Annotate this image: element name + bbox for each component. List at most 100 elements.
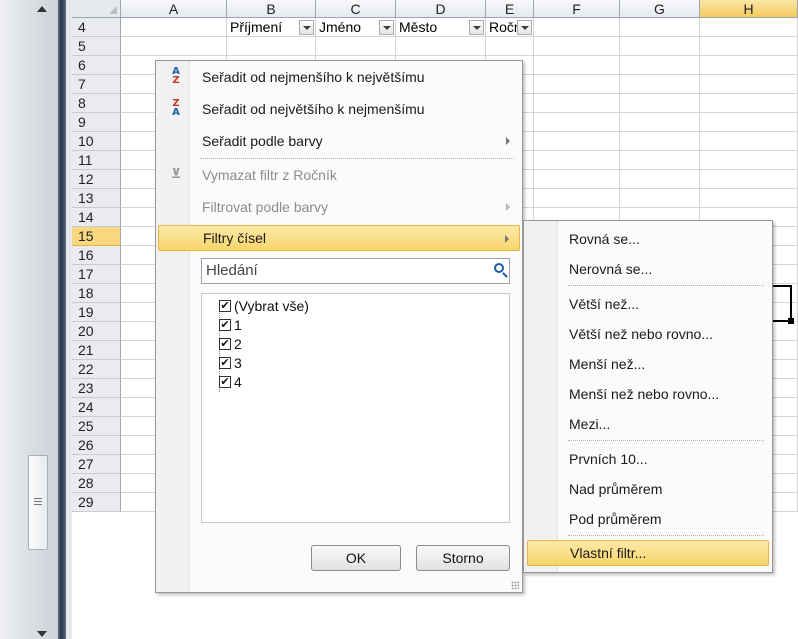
cell-c-5[interactable] bbox=[316, 37, 396, 56]
row-header[interactable]: 22 bbox=[72, 360, 121, 379]
submenu-item-not-equals[interactable]: Nerovná se... bbox=[527, 256, 769, 282]
row-header[interactable]: 20 bbox=[72, 322, 121, 341]
checkbox[interactable]: ✔ bbox=[219, 319, 231, 331]
scroll-up-icon[interactable] bbox=[37, 6, 47, 12]
sort-ascending-item[interactable]: AZ Seřadit od nejmenšího k největšímu bbox=[158, 64, 520, 90]
value-checklist[interactable]: ✔ (Vybrat vše) ✔ 1 ✔ 2 ✔ 3 ✔ 4 bbox=[201, 293, 510, 523]
row-header[interactable]: 26 bbox=[72, 436, 121, 455]
cell-h-10[interactable] bbox=[700, 132, 798, 151]
cell-g-4[interactable] bbox=[620, 18, 700, 37]
row-header[interactable]: 18 bbox=[72, 284, 121, 303]
cell-f-11[interactable] bbox=[534, 151, 620, 170]
column-header-c[interactable]: C bbox=[316, 0, 396, 18]
row-header[interactable]: 5 bbox=[72, 37, 121, 56]
cancel-button[interactable]: Storno bbox=[416, 545, 510, 571]
row-header[interactable]: 23 bbox=[72, 379, 121, 398]
cell-g-10[interactable] bbox=[620, 132, 700, 151]
submenu-item-top-10[interactable]: Prvních 10... bbox=[527, 446, 769, 472]
submenu-item-less-or-equal[interactable]: Menší než nebo rovno... bbox=[527, 381, 769, 407]
row-header[interactable]: 6 bbox=[72, 56, 121, 75]
column-header-e[interactable]: E bbox=[486, 0, 534, 18]
cell-h-5[interactable] bbox=[700, 37, 798, 56]
cell-f-9[interactable] bbox=[534, 113, 620, 132]
checkbox[interactable]: ✔ bbox=[219, 357, 231, 369]
row-header[interactable]: 25 bbox=[72, 417, 121, 436]
column-header-a[interactable]: A bbox=[121, 0, 227, 18]
row-header[interactable]: 19 bbox=[72, 303, 121, 322]
vertical-scrollbar[interactable] bbox=[0, 0, 58, 639]
cell-f-6[interactable] bbox=[534, 56, 620, 75]
filter-dropdown-button[interactable] bbox=[517, 20, 532, 35]
submenu-item-less-than[interactable]: Menší než... bbox=[527, 351, 769, 377]
cell-a-5[interactable] bbox=[121, 37, 227, 56]
cell-h-11[interactable] bbox=[700, 151, 798, 170]
row-header[interactable]: 24 bbox=[72, 398, 121, 417]
cell-g-5[interactable] bbox=[620, 37, 700, 56]
cell-g-9[interactable] bbox=[620, 113, 700, 132]
sort-by-color-item[interactable]: Seřadit podle barvy bbox=[158, 128, 520, 154]
row-header[interactable]: 27 bbox=[72, 455, 121, 474]
submenu-item-equals[interactable]: Rovná se... bbox=[527, 226, 769, 252]
cell-g-11[interactable] bbox=[620, 151, 700, 170]
cell-g-6[interactable] bbox=[620, 56, 700, 75]
cell-b-4[interactable]: Příjmení bbox=[227, 18, 316, 37]
cell-c-4[interactable]: Jméno bbox=[316, 18, 396, 37]
row-header[interactable]: 13 bbox=[72, 189, 121, 208]
cell-h-12[interactable] bbox=[700, 170, 798, 189]
submenu-item-above-average[interactable]: Nad průměrem bbox=[527, 476, 769, 502]
search-input[interactable]: Hledání bbox=[201, 258, 510, 284]
column-header-h[interactable]: H bbox=[700, 0, 798, 18]
cell-e-5[interactable] bbox=[486, 37, 534, 56]
resize-grip-icon[interactable] bbox=[511, 581, 519, 589]
column-header-d[interactable]: D bbox=[396, 0, 486, 18]
row-header[interactable]: 10 bbox=[72, 132, 121, 151]
search-icon[interactable] bbox=[494, 263, 504, 273]
cell-g-8[interactable] bbox=[620, 94, 700, 113]
cell-e-4[interactable]: Roční bbox=[486, 18, 534, 37]
cell-f-10[interactable] bbox=[534, 132, 620, 151]
cell-g-7[interactable] bbox=[620, 75, 700, 94]
sort-descending-item[interactable]: ZA Seřadit od největšího k nejmenšímu bbox=[158, 96, 520, 122]
submenu-item-greater-or-equal[interactable]: Větší než nebo rovno... bbox=[527, 321, 769, 347]
scroll-down-icon[interactable] bbox=[37, 631, 47, 637]
window-split-bar[interactable] bbox=[58, 0, 66, 639]
row-header[interactable]: 21 bbox=[72, 341, 121, 360]
submenu-item-below-average[interactable]: Pod průměrem bbox=[527, 506, 769, 532]
row-header[interactable]: 29 bbox=[72, 493, 121, 512]
row-header[interactable]: 11 bbox=[72, 151, 121, 170]
row-header[interactable]: 9 bbox=[72, 113, 121, 132]
cell-h-8[interactable] bbox=[700, 94, 798, 113]
number-filters-item[interactable]: Filtry čísel bbox=[158, 225, 520, 251]
checkbox[interactable]: ✔ bbox=[219, 300, 231, 312]
cell-h-6[interactable] bbox=[700, 56, 798, 75]
row-header[interactable]: 14 bbox=[72, 208, 121, 227]
cell-h-7[interactable] bbox=[700, 75, 798, 94]
cell-f-7[interactable] bbox=[534, 75, 620, 94]
cell-g-13[interactable] bbox=[620, 189, 700, 208]
filter-dropdown-button[interactable] bbox=[469, 20, 484, 35]
cell-f-8[interactable] bbox=[534, 94, 620, 113]
column-header-f[interactable]: F bbox=[534, 0, 620, 18]
ok-button[interactable]: OK bbox=[311, 545, 401, 571]
row-header[interactable]: 17 bbox=[72, 265, 121, 284]
row-header[interactable]: 8 bbox=[72, 94, 121, 113]
checkbox[interactable]: ✔ bbox=[219, 338, 231, 350]
fill-handle[interactable] bbox=[788, 318, 794, 324]
cell-d-5[interactable] bbox=[396, 37, 486, 56]
filter-dropdown-button[interactable] bbox=[299, 20, 314, 35]
cell-f-13[interactable] bbox=[534, 189, 620, 208]
select-all-corner[interactable] bbox=[72, 0, 121, 18]
cell-f-12[interactable] bbox=[534, 170, 620, 189]
cell-a-4[interactable] bbox=[121, 18, 227, 37]
cell-h-4[interactable] bbox=[700, 18, 798, 37]
cell-b-5[interactable] bbox=[227, 37, 316, 56]
row-header[interactable]: 4 bbox=[72, 18, 121, 37]
row-header[interactable]: 16 bbox=[72, 246, 121, 265]
submenu-item-between[interactable]: Mezi... bbox=[527, 411, 769, 437]
cell-g-12[interactable] bbox=[620, 170, 700, 189]
row-header[interactable]: 15 bbox=[72, 227, 121, 246]
cell-h-9[interactable] bbox=[700, 113, 798, 132]
submenu-item-greater-than[interactable]: Větší než... bbox=[527, 291, 769, 317]
cell-h-13[interactable] bbox=[700, 189, 798, 208]
column-header-b[interactable]: B bbox=[227, 0, 316, 18]
